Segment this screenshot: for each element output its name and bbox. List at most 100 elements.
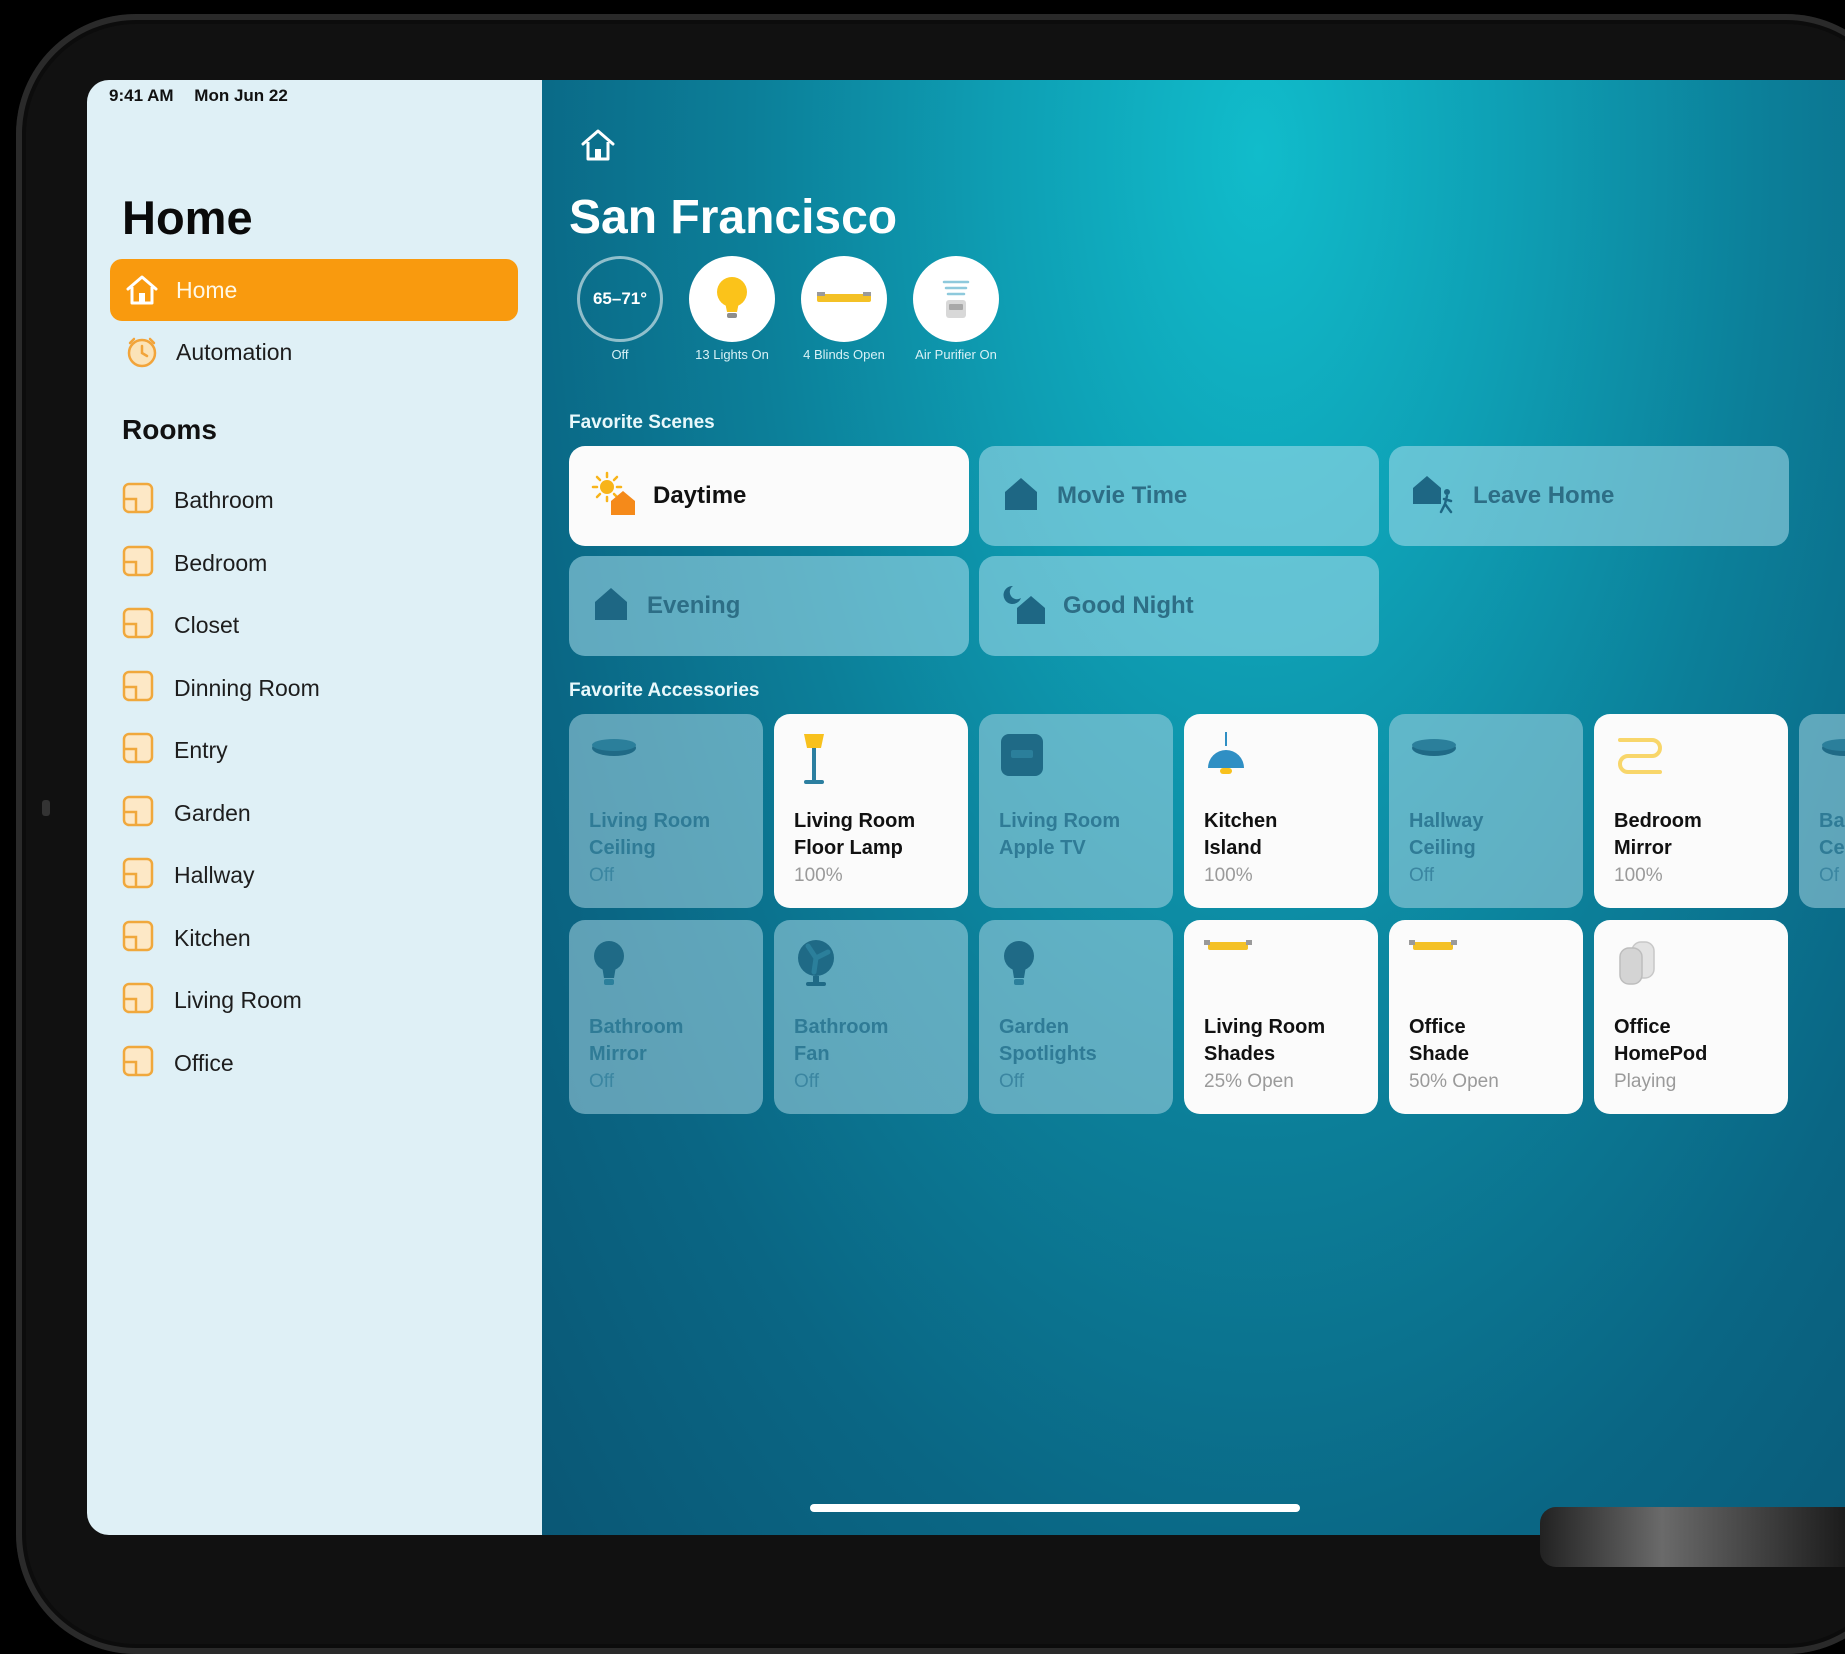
sidebar-item-living-room[interactable]: Living Room: [122, 978, 302, 1022]
sidebar-item-bedroom[interactable]: Bedroom: [122, 541, 267, 585]
accessory-bathroom-mirror[interactable]: Bathroom Mirror Off: [569, 920, 763, 1114]
climate-value: 65–71°: [592, 289, 648, 308]
sidebar-item-dinning-room[interactable]: Dinning Room: [122, 666, 320, 710]
house-icon: [580, 129, 616, 166]
shades-icon: [1204, 938, 1358, 998]
status-caption: 4 Blinds Open: [803, 347, 885, 362]
accessory-name-line2: Spotlights: [999, 1043, 1097, 1065]
scene-label: Leave Home: [1473, 482, 1615, 509]
room-icon: [122, 1045, 154, 1082]
accessory-status: Off: [1409, 865, 1434, 886]
accessory-office-shade[interactable]: Office Shade 50% Open: [1389, 920, 1583, 1114]
floor-lamp-icon: [794, 732, 948, 792]
sidebar-item-bathroom[interactable]: Bathroom: [122, 478, 274, 522]
home-indicator[interactable]: [810, 1504, 1300, 1512]
house-scene-icon: [1001, 474, 1041, 519]
status-lights[interactable]: 13 Lights On: [687, 256, 777, 362]
accessory-name-line1: Living Room: [999, 810, 1121, 832]
accessory-status: 100%: [1204, 865, 1253, 886]
scene-label: Evening: [647, 592, 741, 619]
accessory-name-line1: Garden: [999, 1016, 1070, 1038]
accessory-bathroom-fan[interactable]: Bathroom Fan Off: [774, 920, 968, 1114]
accessory-living-room-shades[interactable]: Living Room Shades 25% Open: [1184, 920, 1378, 1114]
accessory-name-line2: Ceiling: [589, 837, 656, 859]
accessory-status: Playing: [1614, 1071, 1677, 1092]
ceiling-light-icon: [1409, 732, 1563, 792]
accessory-kitchen-island[interactable]: Kitchen Island 100%: [1184, 714, 1378, 908]
side-button: [42, 800, 50, 816]
room-label: Bedroom: [174, 549, 268, 576]
scene-good-night[interactable]: Good Night: [979, 556, 1379, 656]
accessory-name: Living Room Shades: [1204, 1014, 1358, 1068]
accessory-status: Off: [999, 1071, 1024, 1092]
scene-leave-home[interactable]: Leave Home: [1389, 446, 1789, 546]
accessory-status: Off: [589, 1071, 614, 1092]
sidebar-item-closet[interactable]: Closet: [122, 603, 239, 647]
room-icon: [122, 545, 154, 582]
home-settings-button[interactable]: [580, 128, 616, 167]
leave-home-icon: [1411, 472, 1457, 521]
house-icon: [124, 272, 160, 308]
blinds-icon: [801, 256, 887, 342]
sidebar-item-automation[interactable]: Automation: [110, 321, 518, 383]
accessory-name-line1: Bedroom: [1614, 810, 1702, 832]
accessory-bathroom-ceiling[interactable]: Ba Ce Of: [1799, 714, 1845, 908]
accessory-office-homepod[interactable]: Office HomePod Playing: [1594, 920, 1788, 1114]
accessory-name-line2: Ce: [1819, 837, 1845, 859]
favorite-accessories-title: Favorite Accessories: [569, 680, 760, 701]
accessory-status: 25% Open: [1204, 1071, 1294, 1092]
bulb-icon: [589, 938, 743, 998]
accessory-name-line1: Ba: [1819, 810, 1845, 832]
accessory-name: Living Room Floor Lamp: [794, 808, 948, 862]
room-label: Entry: [174, 736, 228, 763]
ceiling-light-icon: [589, 732, 743, 792]
accessory-name-line2: HomePod: [1614, 1043, 1708, 1065]
accessory-living-room-apple-tv[interactable]: Living Room Apple TV: [979, 714, 1173, 908]
accessory-status: Off: [794, 1071, 819, 1092]
accessory-living-room-floor-lamp[interactable]: Living Room Floor Lamp 100%: [774, 714, 968, 908]
homepod-icon: [1614, 938, 1768, 998]
accessory-bedroom-mirror[interactable]: Bedroom Mirror 100%: [1594, 714, 1788, 908]
sidebar-item-office[interactable]: Office: [122, 1041, 234, 1085]
room-label: Office: [174, 1049, 234, 1076]
accessory-living-room-ceiling[interactable]: Living Room Ceiling Off: [569, 714, 763, 908]
sidebar-item-home[interactable]: Home: [110, 259, 518, 321]
accessory-name-line2: Fan: [794, 1043, 830, 1065]
sidebar: 9:41 AM Mon Jun 22 Home Home Automation …: [87, 80, 542, 1535]
accessory-name: Office Shade: [1409, 1014, 1563, 1068]
accessory-name: Ba Ce: [1819, 808, 1845, 862]
status-air-purifier[interactable]: Air Purifier On: [911, 256, 1001, 362]
scene-evening[interactable]: Evening: [569, 556, 969, 656]
room-icon: [122, 482, 154, 519]
sidebar-item-kitchen[interactable]: Kitchen: [122, 916, 251, 960]
scene-label: Movie Time: [1057, 482, 1188, 509]
sidebar-item-garden[interactable]: Garden: [122, 791, 251, 835]
accessory-name-line2: Mirror: [589, 1043, 647, 1065]
accessory-name: Office HomePod: [1614, 1014, 1768, 1068]
scene-movie-time[interactable]: Movie Time: [979, 446, 1379, 546]
ipad-screen: 9:41 AM Mon Jun 22 Home Home Automation …: [87, 80, 1845, 1535]
status-caption: Off: [611, 347, 629, 362]
sidebar-item-entry[interactable]: Entry: [122, 728, 228, 772]
thermostat-icon: 65–71°: [577, 256, 663, 342]
daytime-scene-icon: [591, 471, 637, 522]
status-bar: 9:41 AM Mon Jun 22: [109, 86, 304, 106]
room-label: Closet: [174, 611, 240, 638]
scene-daytime[interactable]: Daytime: [569, 446, 969, 546]
accessory-name-line1: Living Room: [1204, 1016, 1326, 1038]
accessory-name: Garden Spotlights: [999, 1014, 1153, 1068]
sidebar-item-label: Automation: [176, 338, 293, 365]
accessory-name: Living Room Ceiling: [589, 808, 743, 862]
good-night-icon: [1001, 582, 1047, 631]
accessory-garden-spotlights[interactable]: Garden Spotlights Off: [979, 920, 1173, 1114]
accessory-name: Kitchen Island: [1204, 808, 1358, 862]
light-strip-icon: [1614, 732, 1768, 792]
sidebar-item-hallway[interactable]: Hallway: [122, 853, 255, 897]
accessory-hallway-ceiling[interactable]: Hallway Ceiling Off: [1389, 714, 1583, 908]
shades-icon: [1409, 938, 1563, 998]
rooms-title: Rooms: [122, 414, 217, 445]
house-scene-icon: [591, 584, 631, 629]
status-blinds[interactable]: 4 Blinds Open: [799, 256, 889, 362]
status-climate[interactable]: 65–71° Off: [575, 256, 665, 362]
accessory-name: Living Room Apple TV: [999, 808, 1153, 862]
